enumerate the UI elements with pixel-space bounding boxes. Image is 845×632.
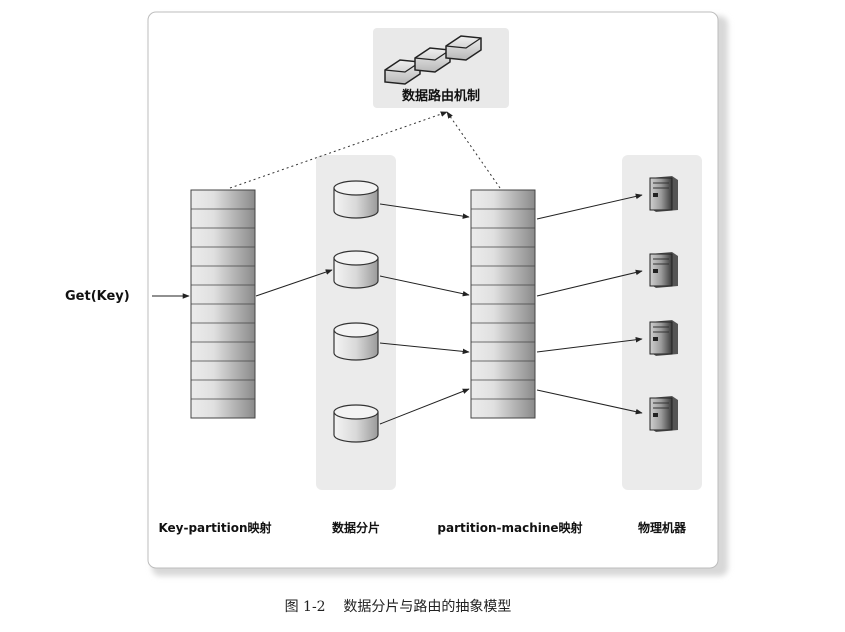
shard-cylinder-icon [333,404,379,443]
server-icon [649,320,678,356]
data-shards-label: 数据分片 [332,520,380,535]
server-icon [649,176,678,212]
shard-cylinder-icon [333,322,379,361]
server-icon [649,396,678,432]
figure-caption: 图 1-2 数据分片与路由的抽象模型 [285,599,512,615]
physical-machines-label: 物理机器 [638,520,687,535]
shard-cylinder-icon [333,180,379,219]
key-partition-label: Key-partition映射 [158,520,271,535]
data-routing-diagram: 数据路由机制 Get(Key) Key-partition映射 数据分片 par… [65,11,728,615]
server-icon [649,252,678,288]
get-key-label: Get(Key) [65,289,130,304]
routing-mechanism-label: 数据路由机制 [402,88,480,104]
key-partition-table [190,189,256,419]
shard-cylinder-icon [333,250,379,289]
partition-machine-label: partition-machine映射 [437,520,582,535]
partition-machine-table [470,189,536,419]
